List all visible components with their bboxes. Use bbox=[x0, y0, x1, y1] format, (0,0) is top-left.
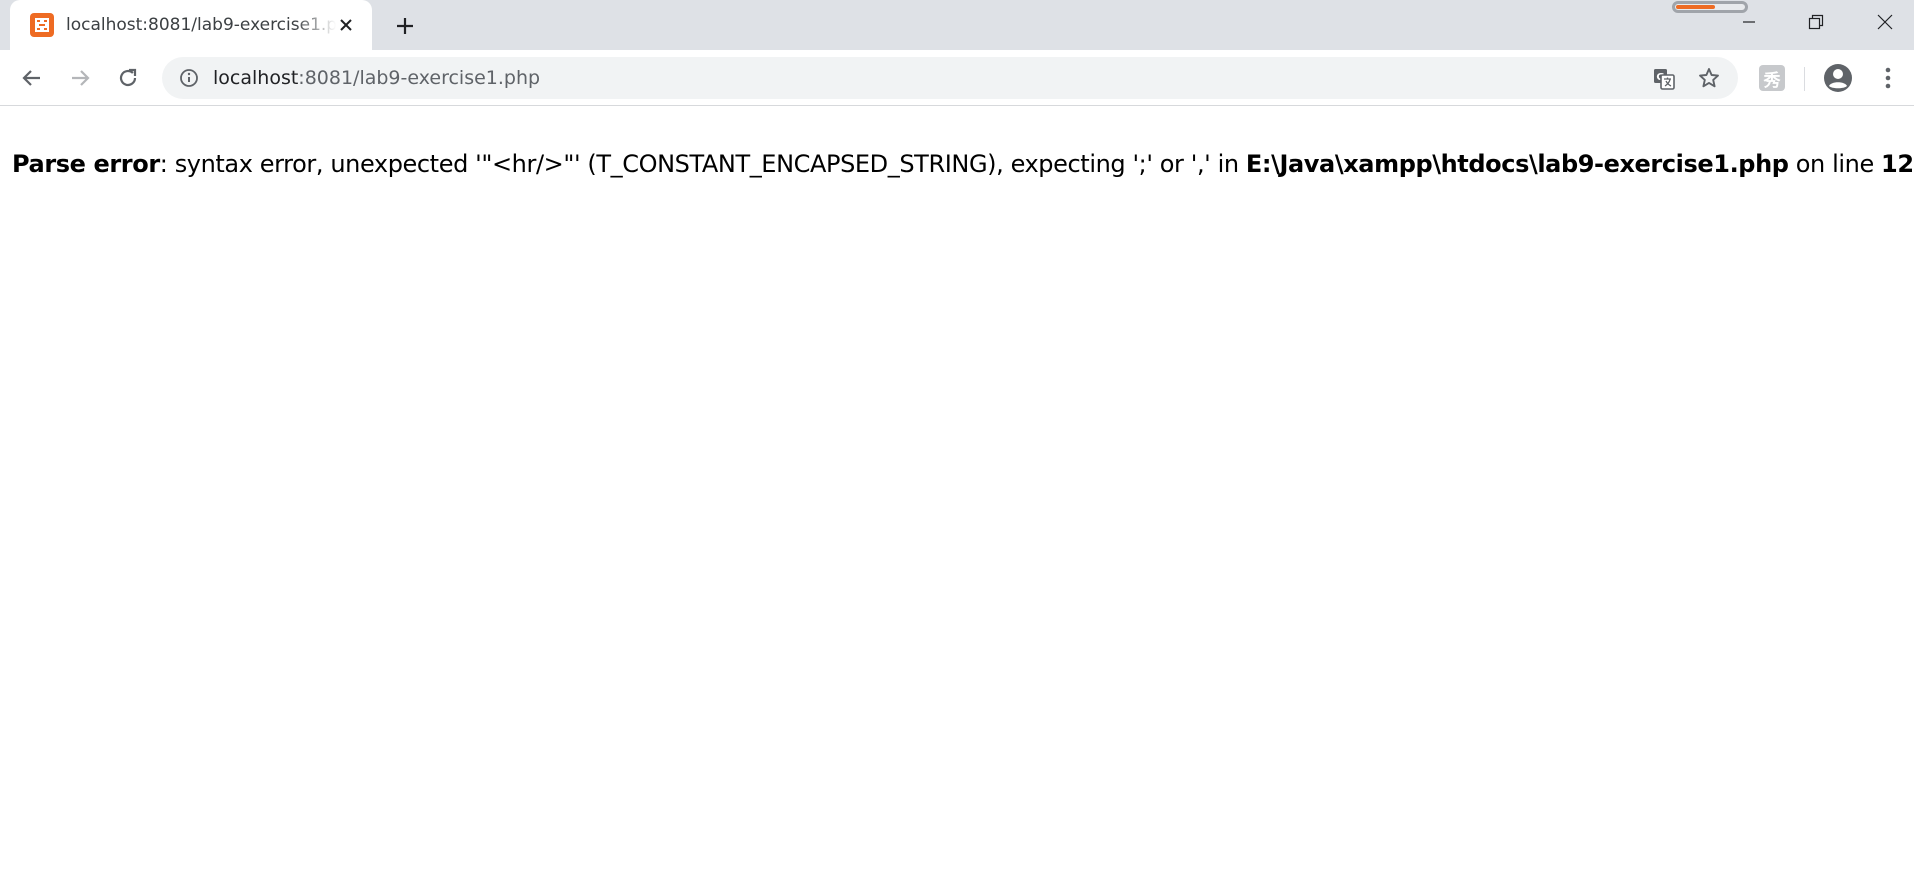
error-line-text: on line bbox=[1788, 150, 1882, 178]
browser-menu-button[interactable] bbox=[1872, 62, 1904, 94]
profile-button[interactable] bbox=[1822, 62, 1854, 94]
xampp-icon bbox=[30, 13, 54, 37]
page-content: Parse error: syntax error, unexpected '"… bbox=[0, 107, 1914, 896]
browser-toolbar: localhost:8081/lab9-exercise1.php G 秀 bbox=[0, 50, 1914, 106]
error-file-path: E:\Java\xampp\htdocs\lab9-exercise1.php bbox=[1245, 150, 1789, 178]
more-vert-icon bbox=[1885, 67, 1891, 89]
url-host: localhost bbox=[213, 67, 299, 89]
close-icon bbox=[1877, 14, 1893, 30]
error-line-number: 12 bbox=[1881, 150, 1914, 178]
info-icon[interactable] bbox=[178, 67, 200, 89]
address-bar[interactable]: localhost:8081/lab9-exercise1.php G bbox=[162, 57, 1738, 99]
back-button[interactable] bbox=[14, 60, 50, 96]
window-restore-button[interactable] bbox=[1787, 0, 1845, 44]
tab-close-icon[interactable] bbox=[335, 14, 357, 36]
browser-tab[interactable]: localhost:8081/lab9-exercise1.php bbox=[10, 0, 372, 50]
window-close-button[interactable] bbox=[1856, 0, 1914, 44]
loading-indicator-fill bbox=[1676, 5, 1715, 9]
translate-icon[interactable]: G bbox=[1651, 66, 1677, 92]
url-path: :8081/lab9-exercise1.php bbox=[298, 67, 541, 89]
php-error-message: Parse error: syntax error, unexpected '"… bbox=[12, 149, 1914, 179]
account-circle-icon bbox=[1824, 64, 1852, 92]
bookmark-star-icon[interactable] bbox=[1696, 65, 1722, 91]
error-text: : syntax error, unexpected '"<hr/>"' (T_… bbox=[159, 150, 1246, 178]
reload-button[interactable] bbox=[110, 60, 146, 96]
arrow-right-icon bbox=[72, 70, 90, 86]
window-minimize-button[interactable] bbox=[1720, 0, 1778, 44]
error-label: Parse error bbox=[12, 150, 160, 178]
forward-button[interactable] bbox=[62, 60, 98, 96]
tab-strip: localhost:8081/lab9-exercise1.php bbox=[0, 0, 1914, 50]
toolbar-divider bbox=[1804, 67, 1805, 91]
new-tab-button[interactable] bbox=[390, 11, 420, 41]
arrow-left-icon bbox=[22, 70, 40, 86]
minimize-icon bbox=[1743, 21, 1755, 23]
tab-title: localhost:8081/lab9-exercise1.php bbox=[66, 15, 336, 35]
url-text[interactable]: localhost:8081/lab9-exercise1.php bbox=[213, 66, 540, 90]
reload-icon bbox=[119, 68, 137, 87]
extension-icon: 秀 bbox=[1759, 65, 1785, 91]
extension-button[interactable]: 秀 bbox=[1758, 64, 1786, 92]
plus-icon bbox=[397, 18, 413, 34]
restore-icon bbox=[1808, 14, 1824, 30]
